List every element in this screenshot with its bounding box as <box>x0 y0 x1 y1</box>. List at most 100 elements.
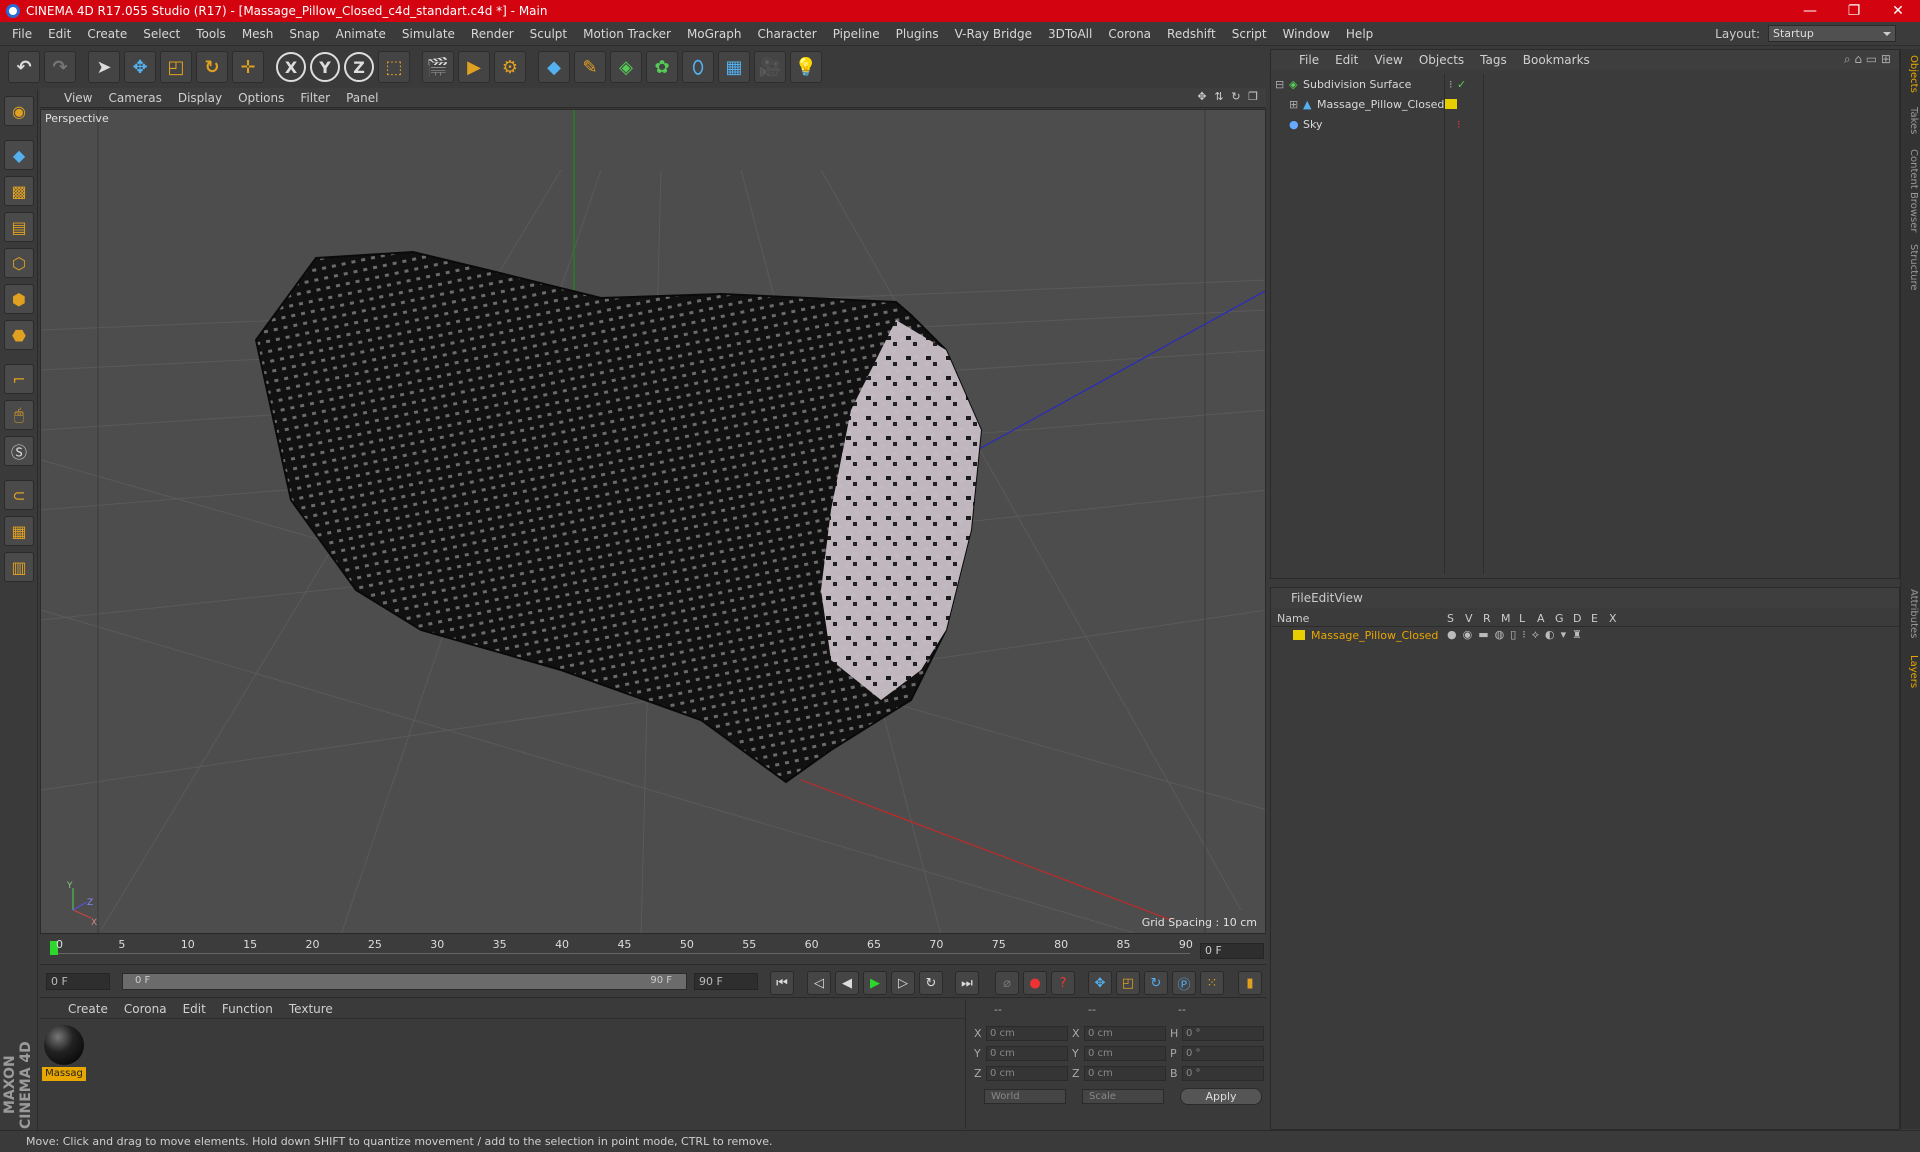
cube-primitive-icon[interactable]: ◆ <box>538 51 570 83</box>
size-z-field[interactable]: 0 cm <box>1084 1066 1166 1081</box>
orbit-view-icon[interactable]: ↻ <box>1229 90 1243 104</box>
position-x-field[interactable]: 0 cm <box>986 1026 1068 1041</box>
menu-vray-bridge[interactable]: V-Ray Bridge <box>947 27 1040 41</box>
deformer-icon[interactable]: ⬯ <box>682 51 714 83</box>
layer-row[interactable]: Massage_Pillow_Closed ●◉▬◍▯⁝⟡◐▾♜ <box>1271 628 1899 644</box>
light-icon[interactable]: 💡 <box>790 51 822 83</box>
menu-mesh[interactable]: Mesh <box>234 27 282 41</box>
viewport-menu-view[interactable]: View <box>56 91 100 105</box>
object-menu-view[interactable]: View <box>1366 53 1410 67</box>
material-menu-function[interactable]: Function <box>214 1002 281 1016</box>
viewport-menu-cameras[interactable]: Cameras <box>100 91 169 105</box>
menu-mograph[interactable]: MoGraph <box>679 27 750 41</box>
key-parameter-icon[interactable]: Ⓟ <box>1172 971 1196 995</box>
grid-snap-icon[interactable]: ▥ <box>4 552 34 582</box>
position-z-field[interactable]: 0 cm <box>986 1066 1068 1081</box>
current-frame-field[interactable]: 0 F <box>1200 943 1264 959</box>
axis-mode-icon[interactable]: ⌐ <box>4 364 34 394</box>
tree-expand-icon[interactable]: ⊞ <box>1289 98 1303 111</box>
make-editable-icon[interactable]: ◉ <box>4 96 34 126</box>
camera-icon[interactable]: 🎥 <box>754 51 786 83</box>
material-menu-create[interactable]: Create <box>60 1002 116 1016</box>
menu-motion-tracker[interactable]: Motion Tracker <box>575 27 679 41</box>
start-frame-field[interactable]: 0 F <box>46 973 110 990</box>
menu-window[interactable]: Window <box>1275 27 1338 41</box>
render-view-icon[interactable]: 🎬 <box>422 51 454 83</box>
enabled-check-icon[interactable]: ✓ <box>1457 78 1466 91</box>
select-arrow-icon[interactable]: ➤ <box>88 51 120 83</box>
menu-sculpt[interactable]: Sculpt <box>522 27 575 41</box>
layer-flag-icons[interactable]: ●◉▬◍▯⁝⟡◐▾♜ <box>1447 628 1588 642</box>
coordinate-system-icon[interactable]: ⬚ <box>378 51 410 83</box>
menu-animate[interactable]: Animate <box>328 27 394 41</box>
axis-z-lock-button[interactable]: Z <box>344 52 374 82</box>
viewport-menu-display[interactable]: Display <box>170 91 230 105</box>
tab-structure[interactable]: Structure <box>1903 244 1919 291</box>
key-rotation-icon[interactable]: ↻ <box>1144 971 1168 995</box>
menu-script[interactable]: Script <box>1224 27 1275 41</box>
rotate-tool-icon[interactable]: ↻ <box>196 51 228 83</box>
maximize-button[interactable]: ❐ <box>1832 0 1876 22</box>
tree-collapse-icon[interactable]: ⊟ <box>1275 78 1289 91</box>
keyframe-selection-icon[interactable]: ? <box>1051 971 1075 995</box>
menu-edit[interactable]: Edit <box>40 27 79 41</box>
end-frame-field[interactable]: 90 F <box>694 973 758 990</box>
visibility-dots-icon[interactable]: ⁝ <box>1457 118 1461 131</box>
snap-icon[interactable]: Ⓢ <box>4 436 34 466</box>
transform-tool-icon[interactable]: ✛ <box>232 51 264 83</box>
cloner-icon[interactable]: ✿ <box>646 51 678 83</box>
layer-color-tag[interactable] <box>1445 99 1457 109</box>
polygons-mode-icon[interactable]: ⬣ <box>4 320 34 350</box>
workplane-lock-icon[interactable]: ▦ <box>4 516 34 546</box>
close-button[interactable]: ✕ <box>1876 0 1920 22</box>
visibility-dots-icon[interactable]: ⁝ <box>1449 78 1453 91</box>
object-row-sky[interactable]: ● Sky ⁝ <box>1271 114 1871 134</box>
viewport-menu-options[interactable]: Options <box>230 91 292 105</box>
frame-range-slider[interactable]: 0 F 90 F <box>122 973 687 990</box>
apply-button[interactable]: Apply <box>1180 1088 1262 1105</box>
render-picture-viewer-icon[interactable]: ▶ <box>458 51 490 83</box>
menu-render[interactable]: Render <box>463 27 522 41</box>
material-menu-corona[interactable]: Corona <box>116 1002 175 1016</box>
layer-menu-view[interactable]: View <box>1334 591 1362 605</box>
material-preview[interactable] <box>44 1025 84 1067</box>
model-mode-icon[interactable]: ◆ <box>4 140 34 170</box>
spline-pen-icon[interactable]: ✎ <box>574 51 606 83</box>
record-keys-icon[interactable]: ⌀ <box>995 971 1019 995</box>
tab-content-browser[interactable]: Content Browser <box>1903 149 1919 232</box>
tweak-mode-icon[interactable]: 🖱 <box>4 400 34 430</box>
material-menu-edit[interactable]: Edit <box>175 1002 214 1016</box>
next-key-icon[interactable]: ↻ <box>919 971 943 995</box>
menu-pipeline[interactable]: Pipeline <box>825 27 888 41</box>
menu-tools[interactable]: Tools <box>188 27 234 41</box>
minimize-button[interactable]: — <box>1788 0 1832 22</box>
menu-create[interactable]: Create <box>79 27 135 41</box>
edges-mode-icon[interactable]: ⬢ <box>4 284 34 314</box>
texture-mode-icon[interactable]: ▩ <box>4 176 34 206</box>
coordinate-mode-dropdown[interactable]: World <box>984 1089 1066 1104</box>
floor-environment-icon[interactable]: ▦ <box>718 51 750 83</box>
timeline-window-icon[interactable]: ▮ <box>1238 971 1262 995</box>
rotation-h-field[interactable]: 0 ° <box>1182 1026 1264 1041</box>
scale-tool-icon[interactable]: ◰ <box>160 51 192 83</box>
previous-key-icon[interactable]: ◁ <box>807 971 831 995</box>
menu-snap[interactable]: Snap <box>281 27 327 41</box>
subdivision-surface-icon[interactable]: ◈ <box>610 51 642 83</box>
dolly-view-icon[interactable]: ⇅ <box>1212 90 1226 104</box>
size-mode-dropdown[interactable]: Scale <box>1082 1089 1164 1104</box>
material-name[interactable]: Massag <box>42 1067 86 1081</box>
menu-corona[interactable]: Corona <box>1100 27 1159 41</box>
key-position-icon[interactable]: ✥ <box>1088 971 1112 995</box>
menu-help[interactable]: Help <box>1338 27 1381 41</box>
redo-icon[interactable]: ↷ <box>44 51 76 83</box>
object-menu-tags[interactable]: Tags <box>1472 53 1515 67</box>
viewport-menu-panel[interactable]: Panel <box>338 91 386 105</box>
menu-plugins[interactable]: Plugins <box>888 27 947 41</box>
tab-attributes[interactable]: Attributes <box>1903 589 1919 638</box>
massage-pillow-mesh[interactable] <box>254 250 983 784</box>
go-to-start-icon[interactable]: ⏮ <box>770 971 794 995</box>
layer-name[interactable]: Massage_Pillow_Closed <box>1311 629 1438 642</box>
size-y-field[interactable]: 0 cm <box>1084 1046 1166 1061</box>
layout-dropdown[interactable]: Startup <box>1768 25 1896 42</box>
object-menu-objects[interactable]: Objects <box>1411 53 1472 67</box>
